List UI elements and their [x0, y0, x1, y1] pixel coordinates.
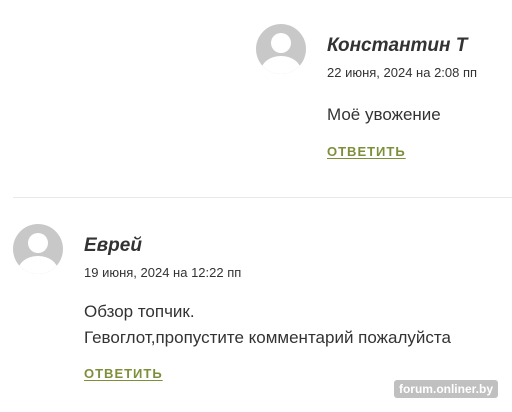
comment-date-link[interactable]: 19 июня, 2024 на 12:22 пп [84, 265, 451, 281]
comment-content: Константин Т 22 июня, 2024 на 2:08 пп Мо… [327, 24, 477, 161]
comment: Еврей 19 июня, 2024 на 12:22 пп Обзор то… [13, 224, 451, 383]
comment-author: Еврей [84, 235, 142, 256]
avatar [256, 24, 306, 74]
avatar-body-shape [18, 256, 58, 274]
comment-text: Обзор топчик. Гевоглот,пропустите коммен… [84, 299, 451, 351]
reply-button[interactable]: ОТВЕТИТЬ [327, 144, 406, 159]
comments-section: Константин Т 22 июня, 2024 на 2:08 пп Мо… [0, 0, 512, 412]
comment-text-line: Гевоглот,пропустите комментарий пожалуйс… [84, 328, 451, 347]
watermark: forum.onliner.by [393, 380, 498, 398]
comment-author: Константин Т [327, 35, 468, 56]
avatar [13, 224, 63, 274]
comment-divider [13, 197, 512, 198]
comment-text-line: Обзор топчик. [84, 302, 195, 321]
avatar-body-shape [261, 56, 301, 74]
reply-button[interactable]: ОТВЕТИТЬ [84, 366, 163, 381]
comment-date-link[interactable]: 22 июня, 2024 на 2:08 пп [327, 65, 477, 81]
comment-reply: Константин Т 22 июня, 2024 на 2:08 пп Мо… [256, 24, 477, 161]
avatar-head-shape [28, 233, 48, 253]
avatar-head-shape [271, 33, 291, 53]
comment-content: Еврей 19 июня, 2024 на 12:22 пп Обзор то… [84, 224, 451, 383]
comment-text: Моё увожение [327, 105, 441, 124]
